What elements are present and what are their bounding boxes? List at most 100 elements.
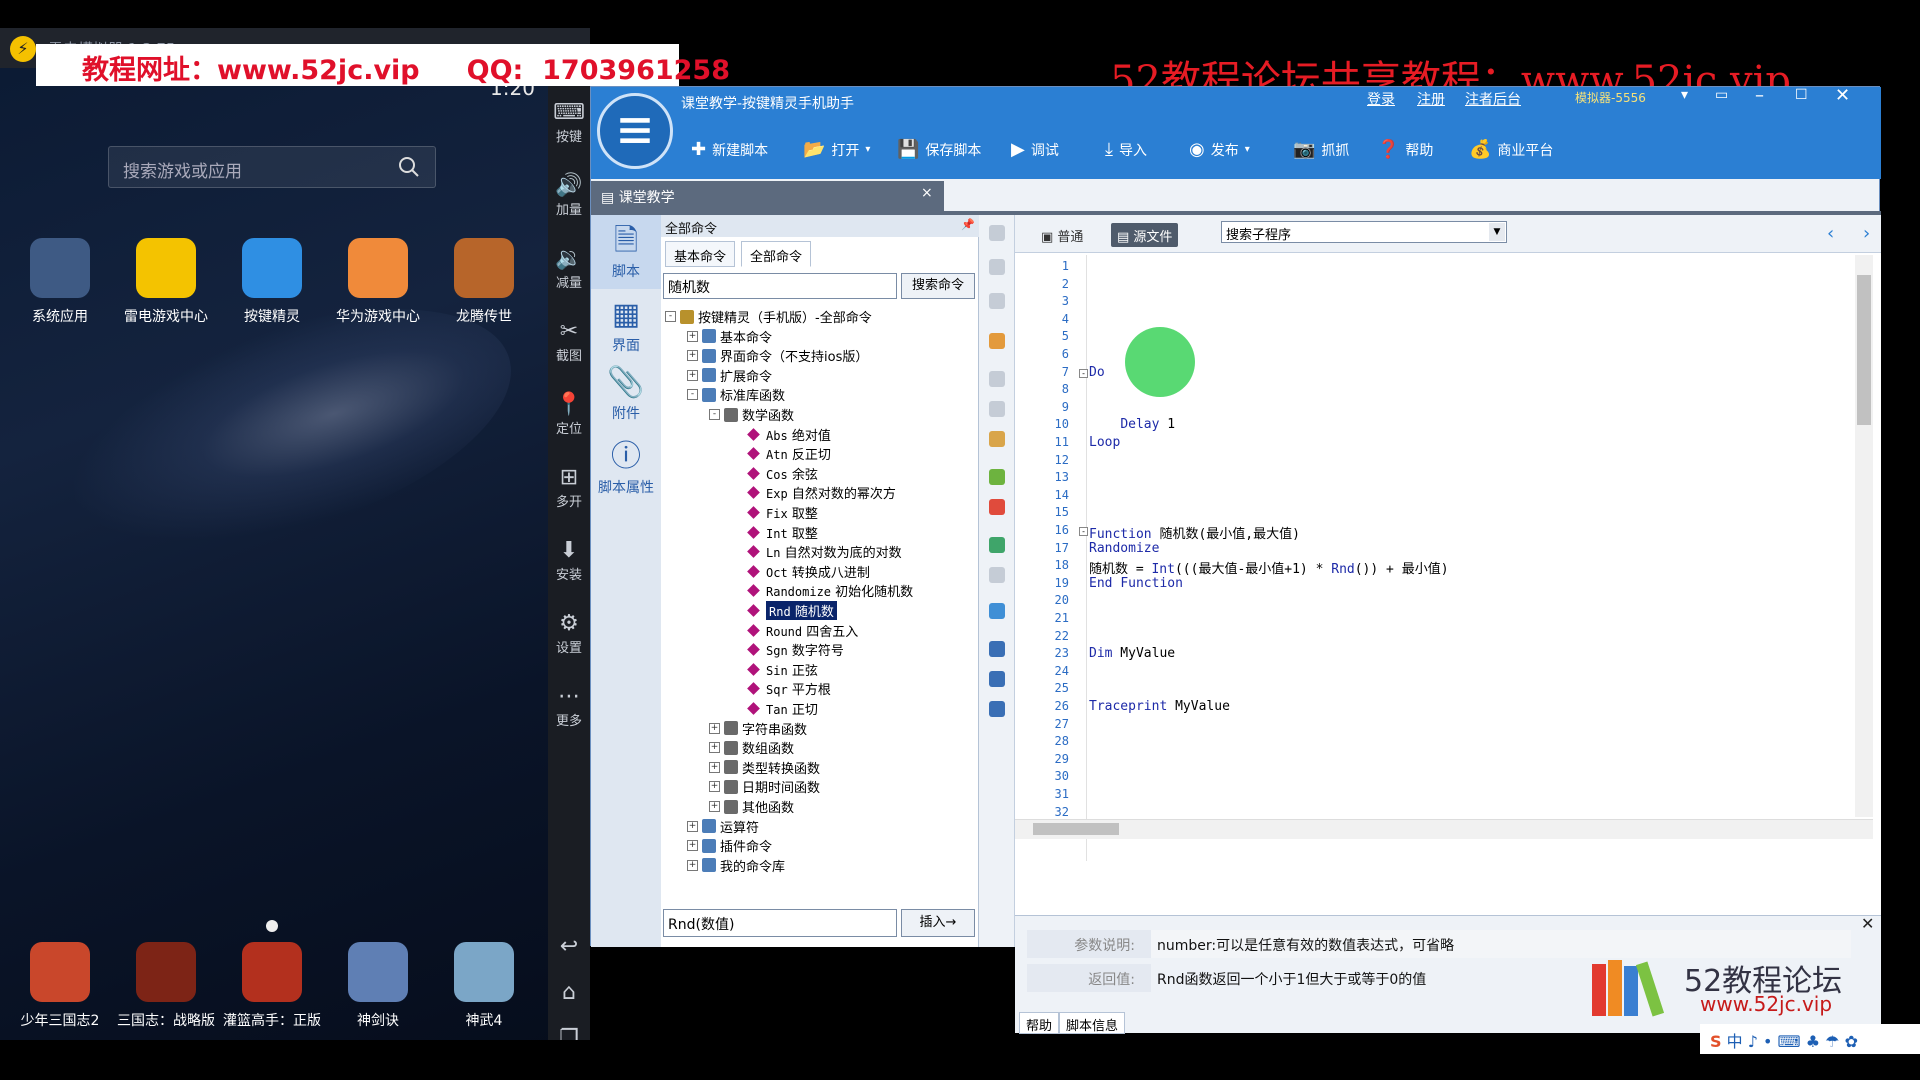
maximize-icon[interactable]: ☐ bbox=[1795, 87, 1808, 103]
tree-item[interactable]: + 运算符 bbox=[687, 817, 759, 836]
import-button[interactable]: ⤓ 导入 bbox=[1105, 139, 1147, 160]
back-icon[interactable]: ↩ bbox=[548, 934, 590, 960]
dock-app-1[interactable]: 三国志：战略版 bbox=[116, 942, 216, 1030]
tree-item[interactable]: Rnd 随机数 bbox=[731, 601, 837, 620]
close-icon[interactable]: ✕ bbox=[1835, 85, 1850, 106]
code-line[interactable]: Traceprint MyValue bbox=[1089, 699, 1230, 714]
expand-icon[interactable]: + bbox=[687, 369, 698, 381]
nav-script-props[interactable]: ⓘ 脚本属性 bbox=[591, 437, 661, 497]
horizontal-scroll-thumb[interactable] bbox=[1033, 823, 1119, 835]
login-link[interactable]: 登录 bbox=[1367, 89, 1395, 109]
nav-ui[interactable]: ▦ 界面 bbox=[591, 295, 661, 355]
close-icon[interactable]: ✕ bbox=[1861, 914, 1874, 933]
tree-item[interactable]: Abs 绝对值 bbox=[731, 425, 831, 444]
expand-icon[interactable]: + bbox=[687, 820, 698, 832]
help-button[interactable]: ❓ 帮助 bbox=[1377, 139, 1433, 160]
collapse-icon[interactable]: - bbox=[687, 389, 698, 401]
tree-item[interactable]: Cos 余弦 bbox=[731, 464, 818, 483]
tree-item[interactable]: + 界面命令（不支持ios版） bbox=[687, 346, 868, 365]
tree-item[interactable]: - 数学函数 bbox=[709, 405, 794, 424]
dock-app-0[interactable]: 少年三国志2 bbox=[10, 942, 110, 1030]
app-3[interactable]: 华为游戏中心 bbox=[328, 238, 428, 326]
tab-all-commands[interactable]: 全部命令 bbox=[741, 241, 812, 267]
app-search-input[interactable]: 搜索游戏或应用 bbox=[108, 146, 436, 188]
tab-script-info[interactable]: 脚本信息 bbox=[1059, 1012, 1126, 1034]
side-button-4[interactable]: 📍 定位 bbox=[548, 392, 590, 437]
dock-app-3[interactable]: 神剑诀 bbox=[328, 942, 428, 1030]
dock-app-2[interactable]: 灌篮高手：正版 bbox=[222, 942, 322, 1030]
code-line[interactable]: Randomize bbox=[1089, 541, 1159, 556]
search-command-button[interactable]: 搜索命令 bbox=[901, 273, 975, 299]
nav-forward-icon[interactable]: › bbox=[1863, 223, 1870, 244]
restore-icon[interactable]: ▭ bbox=[1715, 87, 1728, 103]
move-up-icon[interactable] bbox=[989, 259, 1005, 275]
tree-item[interactable]: Randomize 初始化随机数 bbox=[731, 581, 913, 600]
side-button-0[interactable]: ⌨ 按键 bbox=[548, 100, 590, 145]
replace-icon[interactable] bbox=[989, 671, 1005, 687]
tree-item[interactable]: + 字符串函数 bbox=[709, 719, 807, 738]
tree-item[interactable]: + 扩展命令 bbox=[687, 366, 772, 385]
expand-icon[interactable]: + bbox=[709, 781, 720, 793]
tree-item[interactable]: - 按键精灵（手机版）-全部命令 bbox=[665, 307, 872, 326]
subroutine-search-select[interactable]: 搜索子程序 bbox=[1221, 221, 1507, 243]
tree-item[interactable]: + 其他函数 bbox=[709, 797, 794, 816]
code-line[interactable]: 随机数 = Int(((最大值-最小值+1) * Rnd()) + 最小值) bbox=[1089, 558, 1449, 577]
expand-icon[interactable]: + bbox=[687, 859, 698, 871]
tab-basic-commands[interactable]: 基本命令 bbox=[665, 241, 736, 267]
tab-document[interactable]: ▤ 课堂教学 bbox=[591, 181, 944, 211]
side-button-8[interactable]: ⋯ 更多 bbox=[548, 684, 590, 729]
tree-item[interactable]: Round 四舍五入 bbox=[731, 621, 858, 640]
search-icon[interactable] bbox=[396, 154, 422, 180]
code-line[interactable]: Dim MyValue bbox=[1089, 646, 1175, 661]
dock-app-4[interactable]: 神武4 bbox=[434, 942, 534, 1030]
tab-source-view[interactable]: ▤ 源文件 bbox=[1111, 223, 1179, 247]
chevron-down-icon[interactable]: ▼ bbox=[1489, 223, 1505, 241]
expand-icon[interactable]: + bbox=[687, 840, 698, 852]
nav-script[interactable]: 🗎 脚本 bbox=[591, 215, 661, 289]
tree-item[interactable]: + 类型转换函数 bbox=[709, 758, 820, 777]
goto-icon[interactable] bbox=[989, 603, 1005, 619]
side-button-5[interactable]: ⊞ 多开 bbox=[548, 465, 590, 510]
side-button-1[interactable]: 🔊 加量 bbox=[548, 173, 590, 218]
open-button[interactable]: 📂 打开 ▾ bbox=[803, 139, 870, 160]
tab-normal-view[interactable]: ▣ 普通 bbox=[1035, 223, 1089, 247]
uncomment-icon[interactable] bbox=[989, 499, 1005, 515]
collapse-icon[interactable]: - bbox=[665, 311, 676, 322]
undo-icon[interactable] bbox=[989, 537, 1005, 553]
nav-attachment[interactable]: 📎 附件 bbox=[591, 363, 661, 423]
app-1[interactable]: 雷电游戏中心 bbox=[116, 238, 216, 326]
business-platform-button[interactable]: 💰 商业平台 bbox=[1469, 139, 1553, 160]
minimize-icon[interactable]: – bbox=[1755, 85, 1764, 106]
expand-icon[interactable]: + bbox=[709, 742, 720, 754]
fold-toggle-icon[interactable]: - bbox=[1079, 368, 1088, 378]
tree-item[interactable]: Sqr 平方根 bbox=[731, 679, 831, 698]
device-dropdown-icon[interactable]: ▾ bbox=[1681, 87, 1688, 103]
expand-icon[interactable]: + bbox=[709, 761, 720, 773]
device-selector[interactable]: 模拟器-5556 bbox=[1575, 89, 1646, 106]
expand-icon[interactable]: + bbox=[687, 330, 698, 342]
code-line[interactable]: End Function bbox=[1089, 576, 1183, 591]
tree-item[interactable]: Fix 取整 bbox=[731, 503, 818, 522]
horizontal-scrollbar[interactable] bbox=[1015, 819, 1873, 839]
code-line[interactable]: Function 随机数(最小值,最大值) bbox=[1089, 523, 1300, 542]
comment-icon[interactable] bbox=[989, 469, 1005, 485]
pin-icon[interactable]: 📌 bbox=[961, 218, 975, 231]
command-search-input[interactable]: 随机数 bbox=[663, 273, 897, 299]
tree-item[interactable]: + 插件命令 bbox=[687, 836, 772, 855]
cut-icon[interactable] bbox=[989, 371, 1005, 387]
new-script-button[interactable]: ✚ 新建脚本 bbox=[691, 139, 768, 160]
side-button-2[interactable]: 🔉 减量 bbox=[548, 246, 590, 291]
expand-icon[interactable]: + bbox=[709, 722, 720, 734]
move-down-icon[interactable] bbox=[989, 225, 1005, 241]
expand-icon[interactable]: + bbox=[687, 350, 698, 362]
tree-item[interactable]: Sgn 数字符号 bbox=[731, 640, 844, 659]
paste-icon[interactable] bbox=[989, 431, 1005, 447]
tree-item[interactable]: + 数组函数 bbox=[709, 738, 794, 757]
copy-icon[interactable] bbox=[989, 401, 1005, 417]
hand-icon[interactable] bbox=[989, 333, 1005, 349]
tab-close-icon[interactable]: × bbox=[921, 185, 933, 201]
find-icon[interactable] bbox=[989, 641, 1005, 657]
tree-item[interactable]: Int 取整 bbox=[731, 523, 818, 542]
vertical-scroll-thumb[interactable] bbox=[1857, 275, 1871, 425]
tree-item[interactable]: - 标准库函数 bbox=[687, 385, 785, 404]
